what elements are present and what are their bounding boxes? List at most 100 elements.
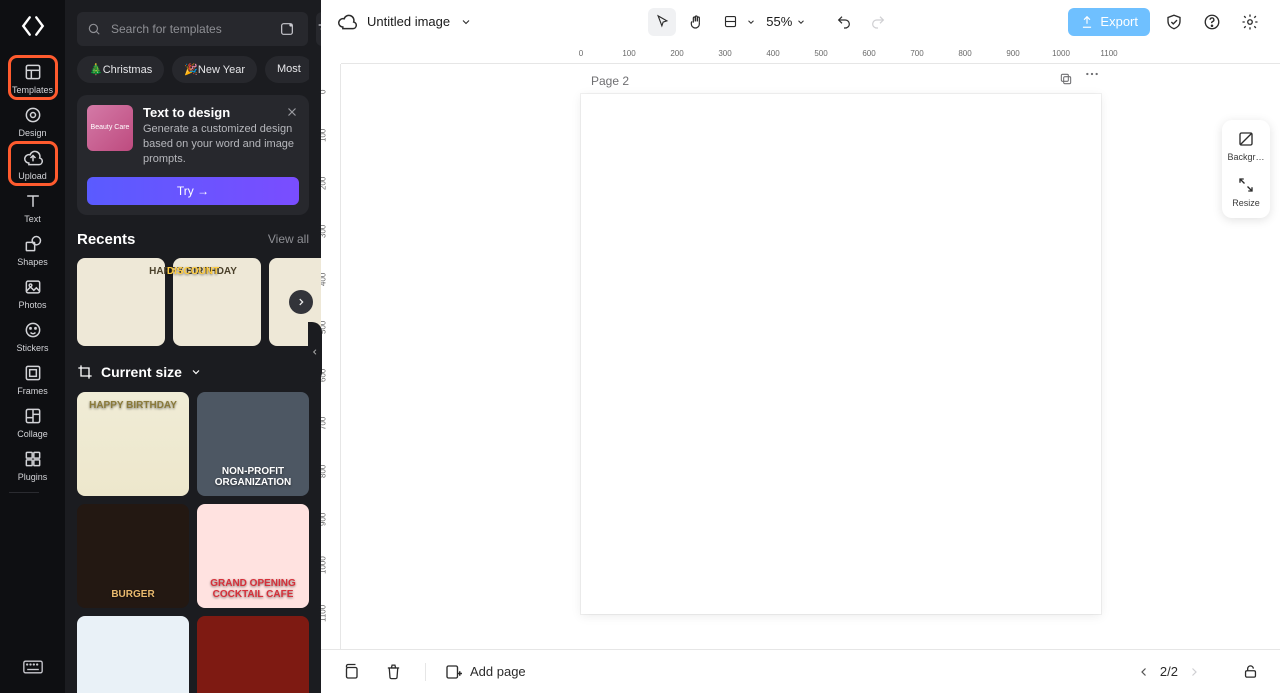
rail-templates[interactable]: Templates (9, 56, 57, 99)
rail-shapes[interactable]: Shapes (9, 228, 57, 271)
shapes-icon (23, 234, 43, 254)
plugins-icon (23, 449, 43, 469)
left-rail: Templates Design Upload Text Shapes Photos Sti… (0, 0, 65, 693)
next-page[interactable] (1188, 666, 1200, 678)
recents-view-all[interactable]: View all (268, 232, 309, 246)
background-label: Backgr… (1227, 152, 1264, 162)
hand-tool[interactable] (682, 8, 710, 36)
recents-title: Recents (77, 231, 135, 248)
chevron-down-icon (190, 366, 202, 378)
settings-icon[interactable] (1236, 8, 1264, 36)
ai-search-icon[interactable] (276, 18, 298, 40)
photos-icon (23, 277, 43, 297)
canvas-size-menu[interactable] (716, 8, 744, 36)
rail-label: Plugins (18, 473, 48, 482)
chevron-down-icon[interactable] (460, 16, 472, 28)
page-label: Page 2 (591, 74, 629, 88)
rail-label: Design (18, 129, 46, 138)
rail-label: Text (24, 215, 41, 224)
keyboard-shortcuts[interactable] (9, 654, 57, 678)
more-icon[interactable] (1085, 72, 1099, 86)
recent-item[interactable]: DISCOUNT (173, 258, 261, 346)
delete-icon[interactable] (379, 658, 407, 686)
rail-label: Upload (18, 172, 47, 181)
template-tile[interactable]: HAPPY BIRTHDAY (77, 392, 189, 496)
rail-label: Templates (12, 86, 53, 95)
canvas-area[interactable]: Page 2 (341, 64, 1280, 649)
ruler-horizontal: 010020030040050060070080090010001100 (341, 44, 1280, 64)
recents-next[interactable] (289, 290, 313, 314)
redo-button[interactable] (864, 8, 892, 36)
resize-tool[interactable]: Resize (1232, 176, 1260, 208)
zoom-value: 55% (766, 14, 792, 29)
rail-label: Frames (17, 387, 48, 396)
background-tool[interactable]: Backgr… (1227, 130, 1264, 162)
rail-label: Shapes (17, 258, 48, 267)
bottom-bar: Add page 2/2 (321, 649, 1280, 693)
rail-plugins[interactable]: Plugins (9, 443, 57, 486)
add-page-label: Add page (470, 664, 526, 679)
template-tile[interactable]: GRAND OPENING COCKTAIL CAFE (197, 504, 309, 608)
search-input[interactable] (109, 21, 268, 37)
export-label: Export (1100, 14, 1138, 29)
ttd-thumb: Beauty Care (87, 105, 133, 151)
panel-collapse-handle[interactable] (308, 322, 322, 382)
topbar: Untitled image 55% (321, 0, 1280, 44)
ttd-try-button[interactable]: Try → (87, 177, 299, 205)
prev-page[interactable] (1138, 666, 1150, 678)
lock-icon[interactable] (1236, 658, 1264, 686)
template-tile[interactable]: NON-PROFIT ORGANIZATION (197, 392, 309, 496)
export-button[interactable]: Export (1068, 8, 1150, 36)
search-icon (87, 22, 101, 36)
rail-upload[interactable]: Upload (9, 142, 57, 185)
template-tile[interactable]: CAPCUT COMPANY (77, 616, 189, 693)
page-indicator: 2/2 (1160, 664, 1178, 679)
rail-frames[interactable]: Frames (9, 357, 57, 400)
crop-icon (77, 364, 93, 380)
resize-label: Resize (1232, 198, 1260, 208)
filter-button[interactable] (316, 12, 321, 46)
rail-label: Stickers (16, 344, 48, 353)
upload-icon (23, 148, 43, 168)
size-label: Current size (101, 364, 182, 380)
templates-panel: 🎄Christmas 🎉New Year Most Beauty Care Text… (65, 0, 321, 693)
page-canvas[interactable] (581, 94, 1101, 614)
shield-icon[interactable] (1160, 8, 1188, 36)
template-tile[interactable]: DIMSUM FOOD (197, 616, 309, 693)
ttd-title: Text to design (143, 105, 299, 120)
rail-label: Photos (18, 301, 46, 310)
close-icon[interactable] (283, 103, 301, 121)
rail-label: Collage (17, 430, 48, 439)
undo-button[interactable] (830, 8, 858, 36)
ttd-desc: Generate a customized design based on yo… (143, 122, 299, 167)
rail-collage[interactable]: Collage (9, 400, 57, 443)
main-area: Untitled image 55% (321, 0, 1280, 693)
zoom-display[interactable]: 55% (762, 14, 810, 29)
app-logo[interactable] (17, 10, 49, 42)
design-icon (23, 105, 43, 125)
add-page-button[interactable]: Add page (444, 663, 526, 681)
help-icon[interactable] (1198, 8, 1226, 36)
chevron-down-icon[interactable] (746, 17, 756, 27)
cloud-icon[interactable] (337, 12, 357, 32)
rail-photos[interactable]: Photos (9, 271, 57, 314)
right-toolbar: Backgr… Resize (1222, 120, 1270, 218)
size-dropdown[interactable]: Current size (77, 364, 309, 380)
duplicate-page-icon[interactable] (1059, 72, 1073, 86)
stickers-icon (23, 320, 43, 340)
rail-design[interactable]: Design (9, 99, 57, 142)
chip[interactable]: 🎄Christmas (77, 56, 164, 83)
layers-icon[interactable] (337, 658, 365, 686)
ruler-vertical: 010020030040050060070080090010001100 (321, 64, 341, 649)
pointer-tool[interactable] (648, 8, 676, 36)
text-icon (23, 191, 43, 211)
search-input-wrap[interactable] (77, 12, 308, 46)
chip[interactable]: 🎉New Year (172, 56, 257, 83)
rail-stickers[interactable]: Stickers (9, 314, 57, 357)
document-name[interactable]: Untitled image (367, 14, 450, 29)
template-tile[interactable]: BURGER (77, 504, 189, 608)
text-to-design-card: Beauty Care Text to design Generate a cu… (77, 95, 309, 215)
frames-icon (23, 363, 43, 383)
chip[interactable]: Most (265, 56, 309, 83)
rail-text[interactable]: Text (9, 185, 57, 228)
